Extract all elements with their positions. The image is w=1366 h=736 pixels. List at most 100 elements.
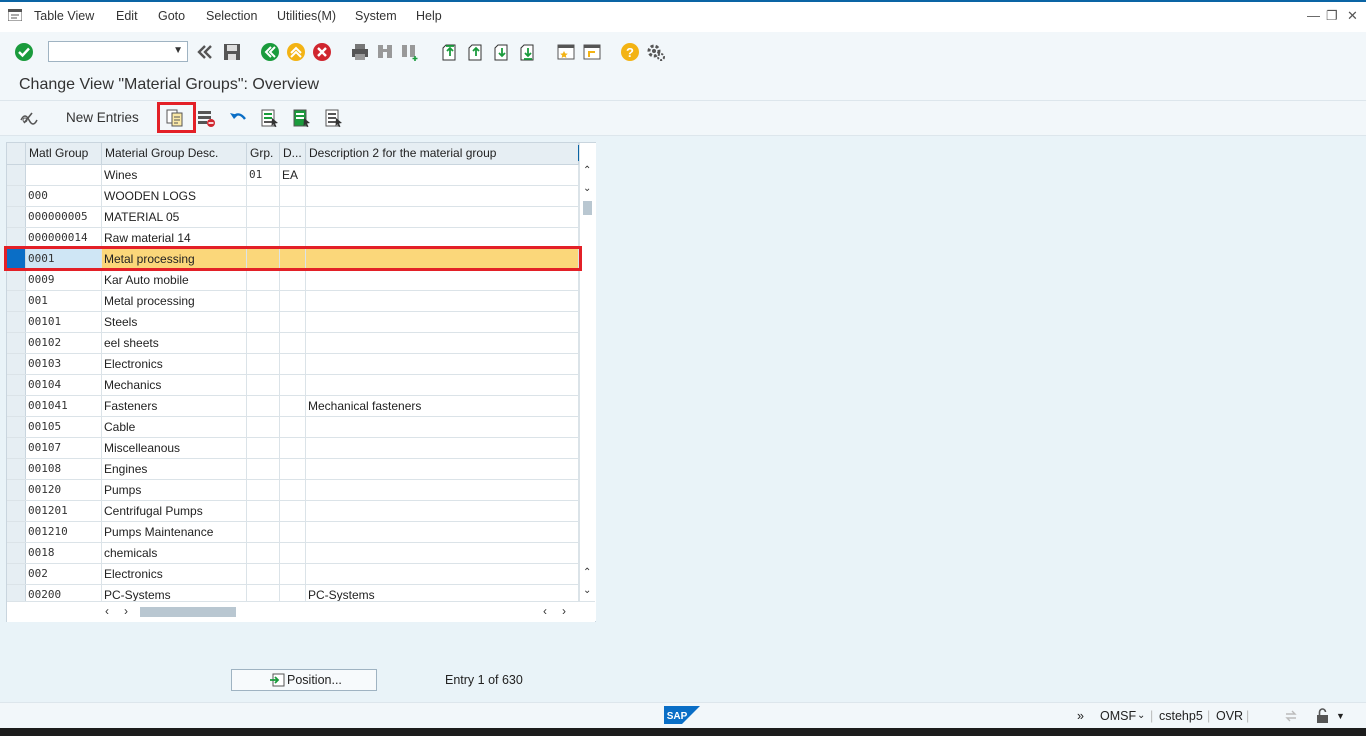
row-selector[interactable] (7, 543, 26, 563)
row-selector[interactable] (7, 333, 26, 353)
cell-matl-group[interactable]: 001201 (26, 501, 102, 521)
table-row[interactable]: 00120 Pumps (7, 480, 579, 501)
cell-desc[interactable]: Pumps (102, 480, 247, 500)
cell-desc[interactable]: Pumps Maintenance (102, 522, 247, 542)
cell-desc[interactable]: Steels (102, 312, 247, 332)
table-row[interactable]: 00101 Steels (7, 312, 579, 333)
display-change-icon[interactable] (18, 108, 38, 128)
cell-matl-group[interactable] (26, 165, 102, 185)
cell-desc2[interactable] (306, 480, 579, 500)
cell-desc2[interactable] (306, 270, 579, 290)
cell-desc[interactable]: Cable (102, 417, 247, 437)
row-selector[interactable] (7, 228, 26, 248)
scroll-top-icon[interactable]: ⌃ (583, 165, 591, 176)
table-row[interactable]: 001 Metal processing (7, 291, 579, 312)
cell-d[interactable] (280, 438, 306, 458)
cell-matl-group[interactable]: 000000014 (26, 228, 102, 248)
column-header-matl-group[interactable]: Matl Group (26, 143, 102, 164)
cell-desc[interactable]: chemicals (102, 543, 247, 563)
table-row[interactable]: 0018 chemicals (7, 543, 579, 564)
cell-grp[interactable] (247, 522, 280, 542)
cell-matl-group[interactable]: 001210 (26, 522, 102, 542)
delete-row-icon[interactable] (196, 108, 216, 128)
cell-d[interactable] (280, 480, 306, 500)
cell-d[interactable] (280, 396, 306, 416)
column-header-grp[interactable]: Grp. (247, 143, 280, 164)
row-selector[interactable] (7, 459, 26, 479)
table-row[interactable]: 002 Electronics (7, 564, 579, 585)
cancel-icon[interactable] (312, 42, 332, 62)
cell-d[interactable] (280, 564, 306, 584)
find-icon[interactable] (375, 42, 395, 62)
row-selector[interactable] (7, 396, 26, 416)
cell-desc[interactable]: Electronics (102, 354, 247, 374)
table-row[interactable]: 001041 Fasteners Mechanical fasteners (7, 396, 579, 417)
cell-desc2[interactable]: Mechanical fasteners (306, 396, 579, 416)
cell-grp[interactable] (247, 459, 280, 479)
scroll-left-end-icon[interactable]: ‹ (543, 604, 547, 618)
cell-desc2[interactable] (306, 207, 579, 227)
row-selector[interactable] (7, 522, 26, 542)
select-all-rows-cell[interactable] (7, 143, 26, 164)
cell-desc[interactable]: Wines (102, 165, 247, 185)
row-selector[interactable] (7, 207, 26, 227)
cell-grp[interactable] (247, 543, 280, 563)
cell-desc2[interactable] (306, 564, 579, 584)
row-selector[interactable] (7, 438, 26, 458)
cell-desc[interactable]: Metal processing (102, 291, 247, 311)
exit-icon[interactable] (286, 42, 306, 62)
menu-goto[interactable]: Goto (158, 9, 185, 23)
row-selector[interactable] (7, 417, 26, 437)
cell-grp[interactable] (247, 375, 280, 395)
chevron-down-icon[interactable]: ▼ (173, 45, 183, 56)
close-window-icon[interactable]: ✕ (1347, 8, 1358, 24)
select-block-icon[interactable] (292, 108, 312, 128)
print-icon[interactable] (350, 42, 370, 62)
row-selector[interactable] (7, 291, 26, 311)
cell-desc2[interactable] (306, 333, 579, 353)
cell-matl-group[interactable]: 001041 (26, 396, 102, 416)
menu-system[interactable]: System (355, 9, 397, 23)
cell-matl-group[interactable]: 00102 (26, 333, 102, 353)
cell-d[interactable] (280, 333, 306, 353)
cell-grp[interactable] (247, 501, 280, 521)
cell-grp[interactable] (247, 438, 280, 458)
cell-desc[interactable]: Raw material 14 (102, 228, 247, 248)
cell-desc2[interactable] (306, 312, 579, 332)
save-icon[interactable] (222, 42, 242, 62)
cell-desc2[interactable] (306, 438, 579, 458)
cell-grp[interactable] (247, 270, 280, 290)
cell-desc[interactable]: Electronics (102, 564, 247, 584)
cell-matl-group[interactable]: 00108 (26, 459, 102, 479)
cell-matl-group[interactable]: 00120 (26, 480, 102, 500)
history-back-icon[interactable] (195, 42, 215, 62)
table-row[interactable]: Wines 01 EA (7, 165, 579, 186)
cell-grp[interactable]: 01 (247, 165, 280, 185)
cell-d[interactable] (280, 186, 306, 206)
lock-icon[interactable] (1316, 708, 1330, 724)
table-row[interactable]: 00103 Electronics (7, 354, 579, 375)
last-page-icon[interactable] (518, 42, 538, 62)
menu-table-view[interactable]: Table View (34, 9, 94, 23)
table-row[interactable]: 00108 Engines (7, 459, 579, 480)
cell-d[interactable] (280, 354, 306, 374)
cell-matl-group[interactable]: 00104 (26, 375, 102, 395)
table-row[interactable]: 0009 Kar Auto mobile (7, 270, 579, 291)
first-page-icon[interactable] (440, 42, 460, 62)
row-selector[interactable] (7, 564, 26, 584)
status-insert-mode[interactable]: OVR (1216, 709, 1243, 723)
row-selector[interactable] (7, 480, 26, 500)
horizontal-scrollbar[interactable]: ‹ › ‹ › (7, 601, 595, 622)
cell-desc2[interactable] (306, 291, 579, 311)
table-row[interactable]: 000 WOODEN LOGS (7, 186, 579, 207)
cell-grp[interactable] (247, 186, 280, 206)
cell-desc[interactable]: Centrifugal Pumps (102, 501, 247, 521)
cell-desc[interactable]: eel sheets (102, 333, 247, 353)
h-scroll-thumb[interactable] (140, 607, 236, 617)
cell-matl-group[interactable]: 00101 (26, 312, 102, 332)
select-all-icon[interactable] (260, 108, 280, 128)
system-menu-icon[interactable] (8, 9, 22, 21)
cell-matl-group[interactable]: 0009 (26, 270, 102, 290)
cell-matl-group[interactable]: 00105 (26, 417, 102, 437)
cell-d[interactable] (280, 312, 306, 332)
